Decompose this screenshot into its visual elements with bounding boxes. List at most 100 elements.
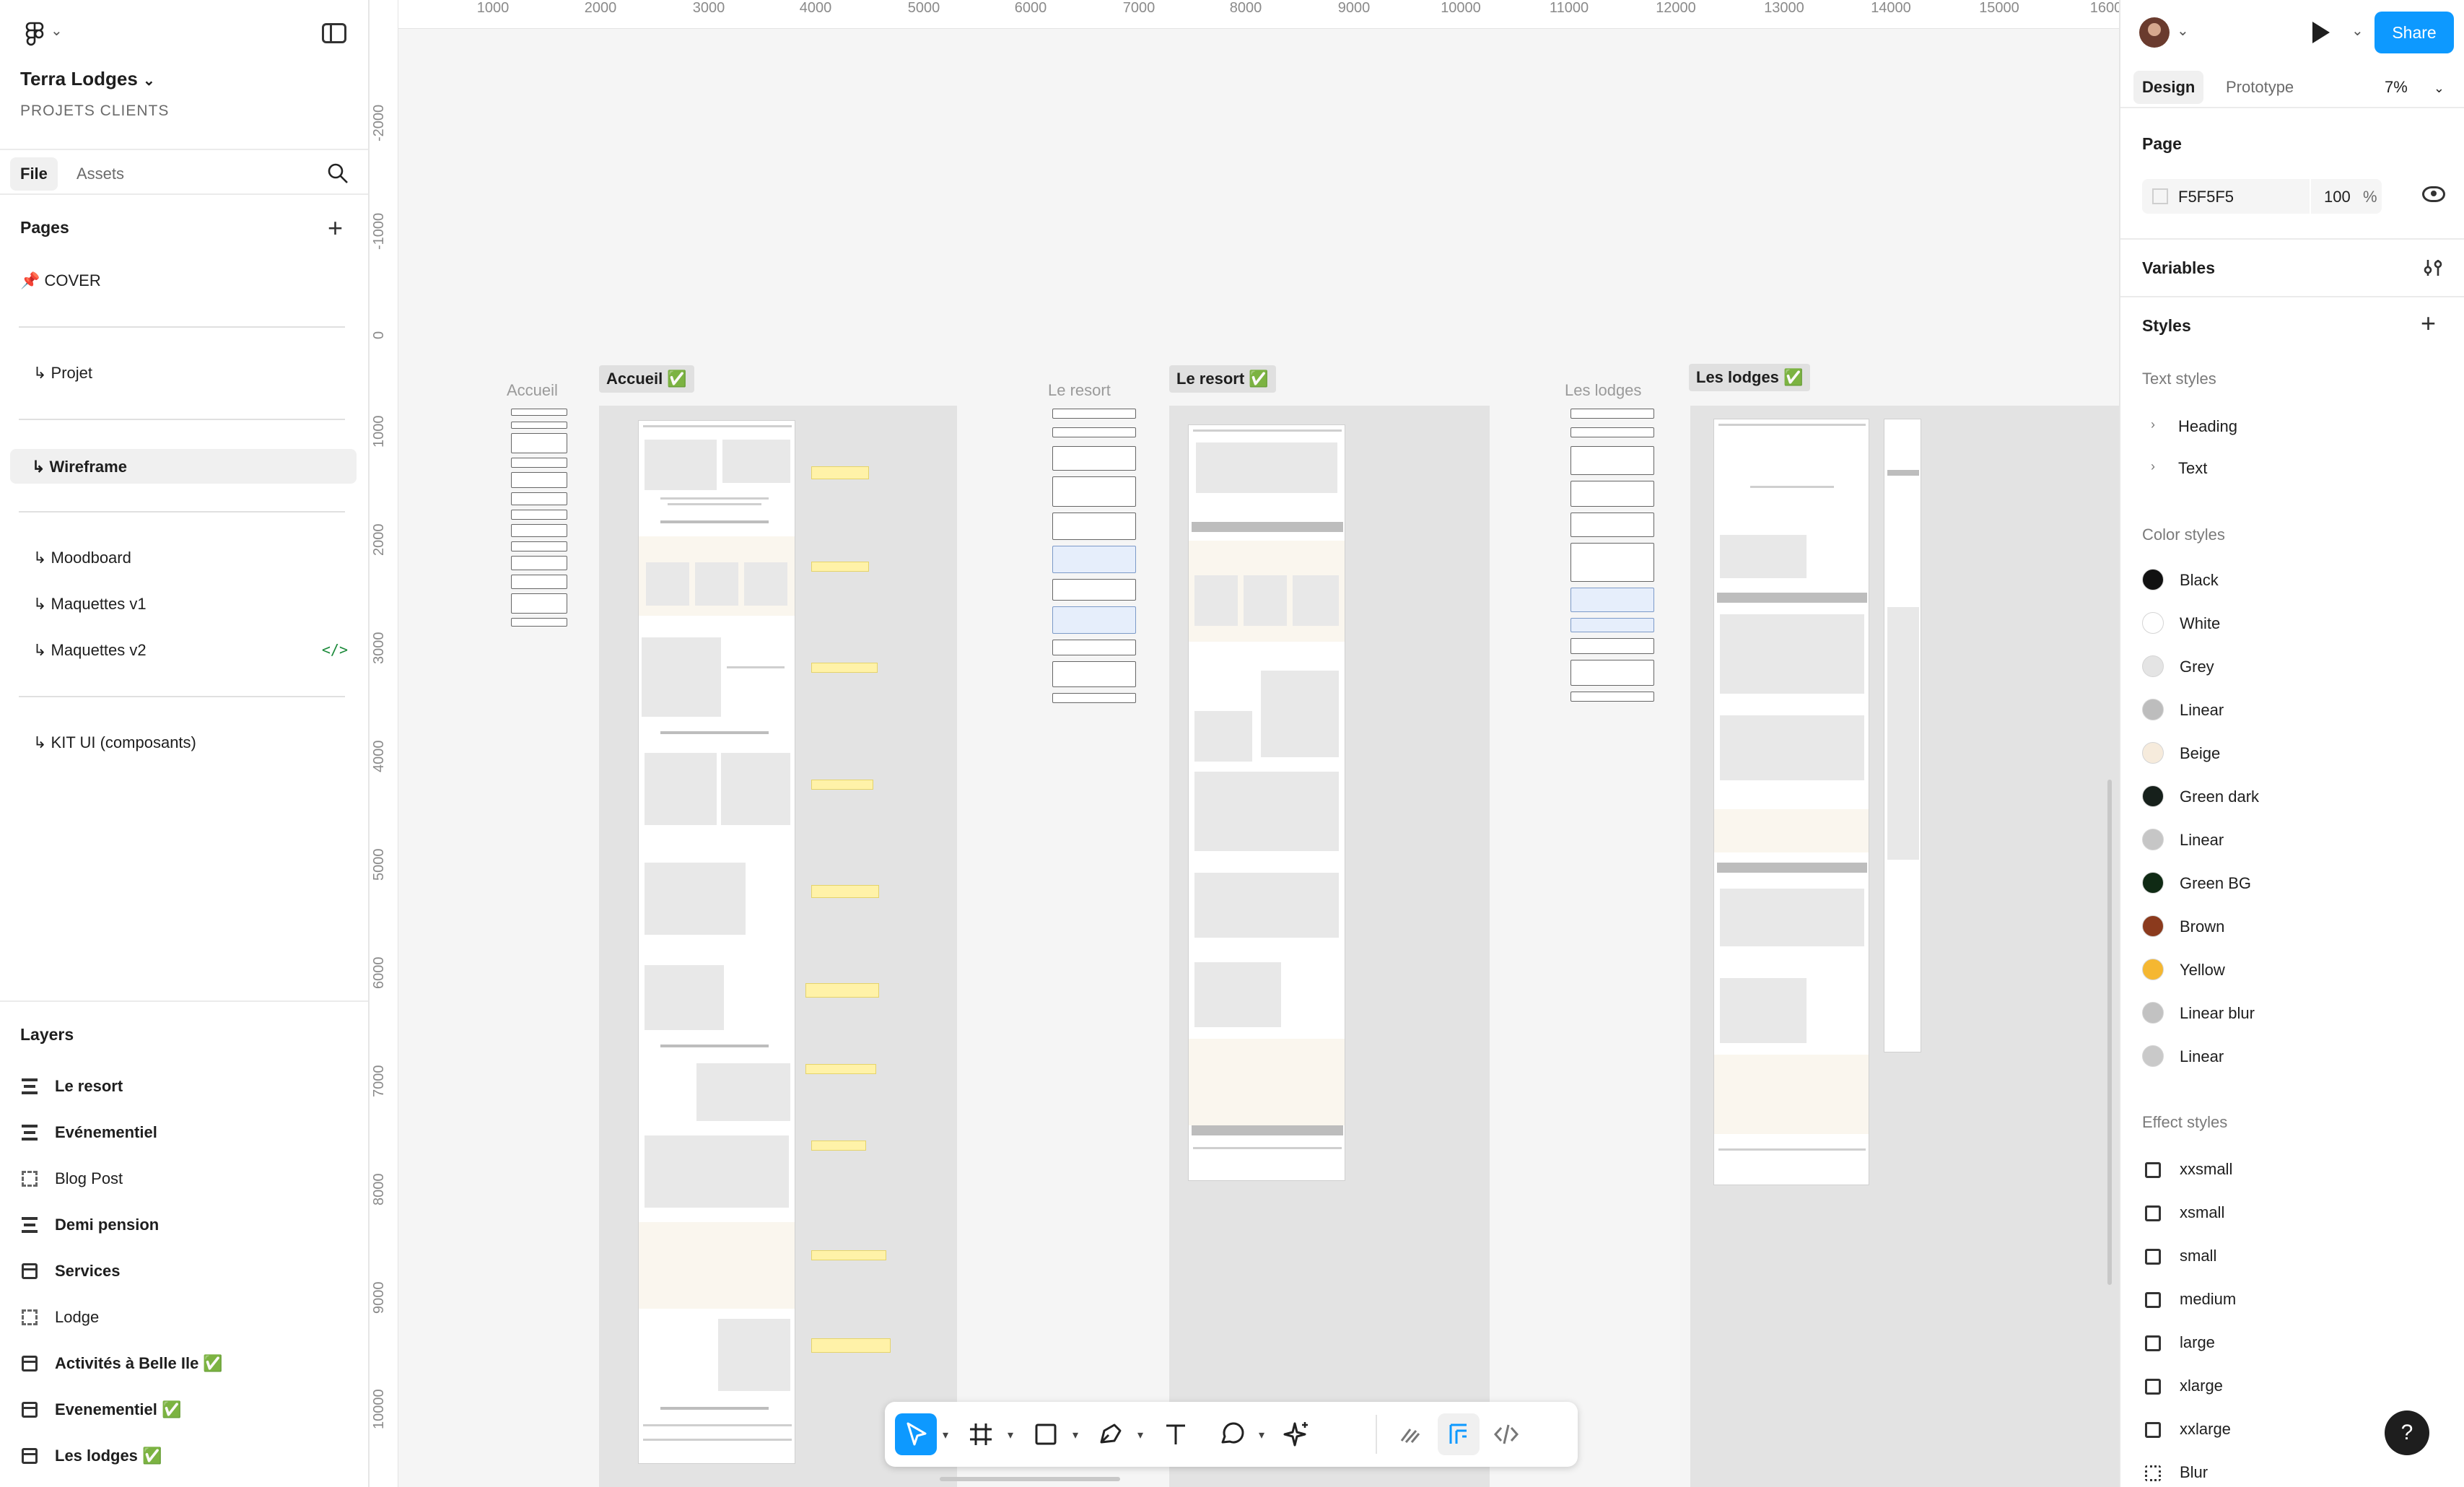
search-icon[interactable]: [326, 162, 349, 185]
mock-footer: [1718, 1148, 1866, 1151]
outline-row: [511, 433, 567, 453]
comment-tool-button[interactable]: [1211, 1413, 1253, 1455]
color-style-label: Brown: [2180, 917, 2225, 936]
chevron-down-icon[interactable]: ▾: [1259, 1428, 1264, 1442]
actions-tool-button[interactable]: [1276, 1413, 1318, 1455]
text-style-text[interactable]: Text: [2178, 459, 2207, 478]
mock-image: [645, 753, 717, 825]
frame-tag-resort[interactable]: Le resort ✅: [1169, 365, 1276, 393]
avatar[interactable]: [2139, 17, 2170, 48]
pen-tool-button[interactable]: [1090, 1413, 1132, 1455]
move-tool-button[interactable]: [895, 1413, 937, 1455]
wireframe-lodges[interactable]: [1713, 419, 1869, 1185]
sticky-note[interactable]: [811, 466, 869, 479]
draw-mode-button[interactable]: [1390, 1413, 1432, 1455]
ruler-tick: 3000: [692, 0, 725, 16]
page-kit-ui[interactable]: ↳ KIT UI (composants): [33, 733, 196, 752]
ruler-tick: 8000: [1229, 0, 1262, 16]
page-maquettes-v1[interactable]: ↳ Maquettes v1: [33, 595, 147, 614]
ruler-tick: 13000: [1764, 0, 1804, 16]
chevron-down-icon[interactable]: ⌄: [51, 22, 63, 40]
page-wireframe[interactable]: ↳ Wireframe: [10, 449, 357, 484]
page-moodboard[interactable]: ↳ Moodboard: [33, 549, 131, 567]
canvas[interactable]: -2000 -1000 0 1000 2000 3000 4000 5000 6…: [370, 0, 2119, 1487]
frame-tag-accueil[interactable]: Accueil ✅: [599, 365, 694, 393]
page-fill-field[interactable]: F5F5F5 100 %: [2142, 179, 2382, 214]
horizontal-scrollbar[interactable]: [940, 1477, 1120, 1481]
add-style-icon[interactable]: +: [2421, 310, 2436, 336]
chevron-right-icon[interactable]: ›: [2151, 417, 2155, 432]
page-maquettes-v2[interactable]: ↳ Maquettes v2: [33, 641, 147, 660]
outline-row: [1052, 546, 1136, 573]
sticky-note[interactable]: [811, 562, 869, 572]
project-title[interactable]: Terra Lodges ⌄: [20, 68, 155, 90]
frame-label-lodges[interactable]: Les lodges: [1565, 381, 1641, 400]
mock-banner: [1192, 1125, 1343, 1135]
sticky-note[interactable]: [811, 1338, 891, 1353]
outline-row: [1570, 513, 1654, 537]
dev-mode-button[interactable]: [1485, 1413, 1527, 1455]
page-projet[interactable]: ↳ Projet: [33, 364, 92, 383]
layer-label: Activités à Belle Ile ✅: [55, 1354, 223, 1372]
tab-assets[interactable]: Assets: [77, 165, 124, 183]
shape-tool-button[interactable]: [1025, 1413, 1067, 1455]
ruler-tick: 12000: [1656, 0, 1696, 16]
eye-icon[interactable]: [2422, 186, 2445, 202]
wireframe-accueil[interactable]: [638, 420, 795, 1464]
add-page-icon[interactable]: +: [328, 215, 343, 241]
sticky-note[interactable]: [811, 885, 879, 898]
chevron-down-icon[interactable]: ▾: [1008, 1428, 1013, 1442]
color-swatch: [2142, 655, 2164, 677]
frame-label-accueil[interactable]: Accueil: [507, 381, 558, 400]
chevron-right-icon[interactable]: ›: [2151, 459, 2155, 474]
figma-menu-icon[interactable]: [20, 20, 49, 49]
tab-file[interactable]: File: [10, 157, 58, 191]
fill-swatch[interactable]: [2152, 188, 2168, 204]
mock-text: [660, 497, 769, 500]
mock-image: [696, 1063, 790, 1121]
share-button[interactable]: Share: [2375, 12, 2454, 53]
chevron-down-icon[interactable]: ▾: [943, 1428, 948, 1442]
sticky-note[interactable]: [811, 1141, 866, 1151]
sticky-note[interactable]: [805, 983, 879, 998]
fill-opacity[interactable]: 100: [2324, 188, 2351, 206]
chevron-down-icon[interactable]: ▾: [1137, 1428, 1143, 1442]
play-icon[interactable]: [2312, 22, 2330, 43]
outline-row: [1570, 446, 1654, 475]
sidebar-toggle-icon[interactable]: [322, 23, 346, 43]
mock-image: [1720, 614, 1864, 694]
outline-accueil[interactable]: [507, 406, 572, 638]
vertical-scrollbar[interactable]: [2107, 780, 2112, 1285]
ruler-vertical: -2000 -1000 0 1000 2000 3000 4000 5000 6…: [370, 0, 398, 1487]
tab-prototype[interactable]: Prototype: [2226, 78, 2294, 97]
fill-hex[interactable]: F5F5F5: [2178, 188, 2234, 206]
outline-lodges[interactable]: [1568, 406, 1657, 716]
text-tool-button[interactable]: [1155, 1413, 1197, 1455]
text-style-heading[interactable]: Heading: [2178, 417, 2237, 436]
wireframe-resort[interactable]: [1188, 424, 1345, 1181]
help-button[interactable]: ?: [2385, 1410, 2429, 1455]
sticky-note[interactable]: [805, 1064, 876, 1074]
chevron-down-icon[interactable]: ▾: [1072, 1428, 1078, 1442]
zoom-level[interactable]: 7% ⌄: [2385, 78, 2445, 97]
design-mode-button[interactable]: [1438, 1413, 1480, 1455]
frame-tag-lodges[interactable]: Les lodges ✅: [1689, 364, 1811, 391]
chevron-down-icon[interactable]: ⌄: [2177, 22, 2189, 40]
sticky-note[interactable]: [811, 663, 878, 673]
sticky-note[interactable]: [811, 1250, 886, 1260]
page-cover[interactable]: 📌 COVER: [20, 271, 101, 290]
variables-settings-icon[interactable]: [2421, 256, 2445, 280]
color-styles-heading: Color styles: [2142, 526, 2225, 544]
wireframe-lodges-mobile[interactable]: [1884, 419, 1921, 1052]
tab-design[interactable]: Design: [2133, 71, 2204, 104]
outline-resort[interactable]: [1049, 406, 1139, 716]
frame-tool-button[interactable]: [960, 1413, 1002, 1455]
color-swatch: [2142, 612, 2164, 634]
bottom-toolbar: ▾ ▾ ▾ ▾ ▾: [885, 1402, 1578, 1467]
variables-heading[interactable]: Variables: [2142, 258, 2215, 278]
sticky-note[interactable]: [811, 780, 873, 790]
page-divider: [19, 511, 345, 513]
frame-label-resort[interactable]: Le resort: [1048, 381, 1111, 400]
chevron-down-icon[interactable]: ⌄: [2351, 22, 2364, 40]
ruler-tick: 4000: [371, 740, 387, 773]
